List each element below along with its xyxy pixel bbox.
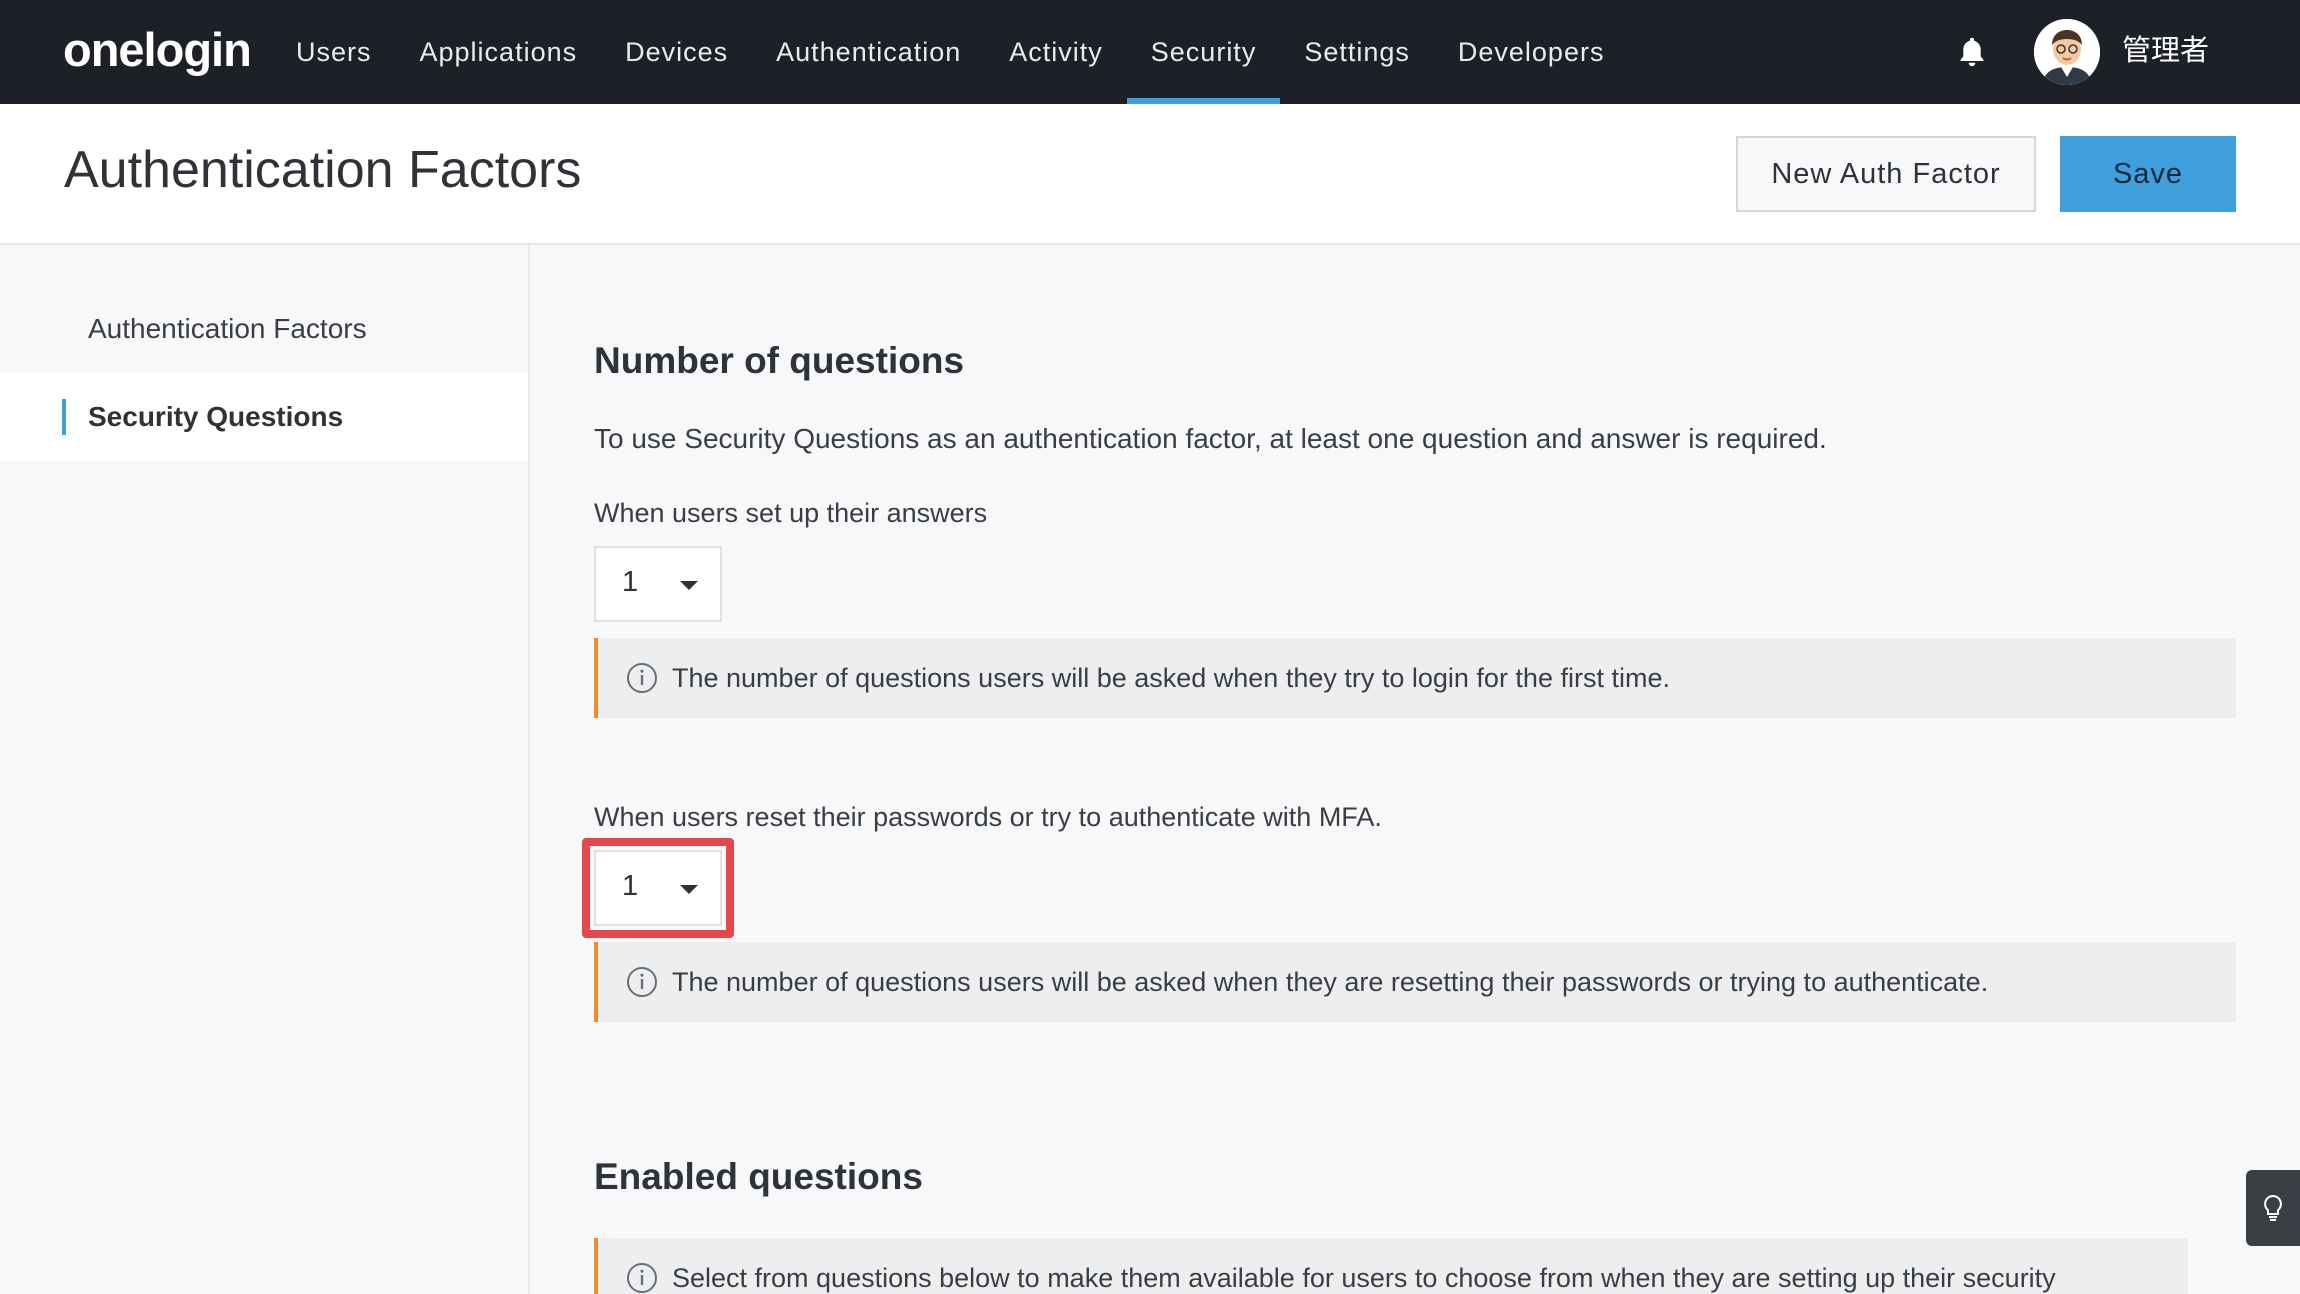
- nav-item-devices[interactable]: Devices: [601, 0, 752, 104]
- user-name[interactable]: 管理者: [2122, 30, 2209, 72]
- nav-item-security[interactable]: Security: [1126, 0, 1281, 104]
- reset-questions-select[interactable]: 1: [594, 850, 722, 926]
- setup-questions-value: 1: [622, 566, 639, 598]
- nav-item-settings[interactable]: Settings: [1280, 0, 1434, 104]
- info-icon: [626, 1262, 658, 1294]
- nav-item-applications[interactable]: Applications: [396, 0, 602, 104]
- reset-passwords-label: When users reset their passwords or try …: [594, 802, 1382, 832]
- sidebar-item-security-questions[interactable]: Security Questions: [0, 373, 528, 461]
- sidebar: Authentication Factors Security Question…: [0, 245, 530, 1294]
- reset-info-text: The number of questions users will be as…: [672, 966, 1989, 997]
- nav-item-users[interactable]: Users: [272, 0, 396, 104]
- page-header: Authentication Factors New Auth Factor S…: [0, 104, 2300, 245]
- sidebar-item-authentication-factors[interactable]: Authentication Factors: [0, 285, 528, 373]
- new-auth-factor-button[interactable]: New Auth Factor: [1736, 136, 2036, 212]
- user-avatar[interactable]: [2034, 19, 2100, 85]
- nav-item-activity[interactable]: Activity: [985, 0, 1127, 104]
- setup-questions-select[interactable]: 1: [594, 546, 722, 622]
- lightbulb-help-button[interactable]: [2246, 1170, 2300, 1246]
- bell-icon[interactable]: [1954, 34, 1990, 70]
- info-icon: [626, 662, 658, 694]
- top-nav: onelogin Users Applications Devices Auth…: [0, 0, 2300, 104]
- caret-down-icon: [680, 581, 698, 590]
- nav-menu: Users Applications Devices Authenticatio…: [272, 0, 1628, 104]
- number-of-questions-heading: Number of questions: [594, 340, 965, 381]
- caret-down-icon: [680, 885, 698, 894]
- info-icon: [626, 966, 658, 998]
- setup-info-text: The number of questions users will be as…: [672, 662, 1670, 693]
- setup-answers-label: When users set up their answers: [594, 498, 988, 528]
- setup-info-box: The number of questions users will be as…: [594, 638, 2236, 718]
- onelogin-logo[interactable]: onelogin: [63, 22, 252, 78]
- reset-questions-value: 1: [622, 870, 639, 902]
- save-button[interactable]: Save: [2060, 136, 2236, 212]
- enabled-info-text: Select from questions below to make them…: [672, 1262, 2056, 1293]
- enabled-questions-heading: Enabled questions: [594, 1156, 923, 1197]
- page-title: Authentication Factors: [64, 141, 582, 199]
- nav-item-developers[interactable]: Developers: [1434, 0, 1629, 104]
- reset-info-box: The number of questions users will be as…: [594, 942, 2236, 1022]
- nav-item-authentication[interactable]: Authentication: [752, 0, 985, 104]
- enabled-info-box: Select from questions below to make them…: [594, 1238, 2188, 1294]
- lightbulb-icon: [2264, 1194, 2282, 1221]
- number-of-questions-description: To use Security Questions as an authenti…: [594, 423, 1827, 454]
